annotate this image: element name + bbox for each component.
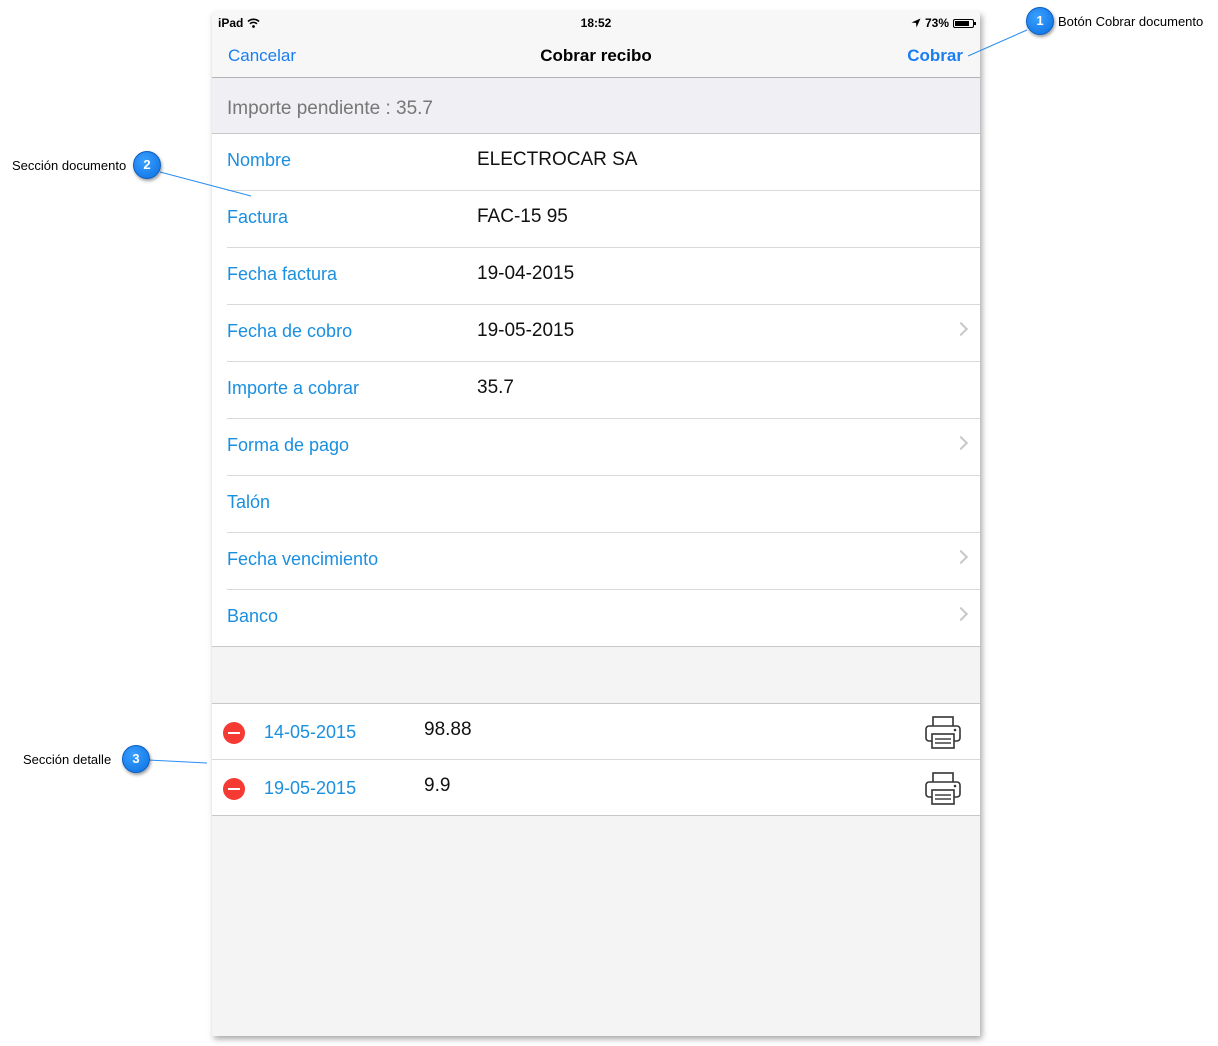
callout-label-1: Botón Cobrar documento: [1058, 14, 1204, 29]
callout-badge-1: 1: [1026, 7, 1054, 35]
callout-label-2: Sección documento: [12, 158, 127, 173]
callout-badge-3: 3: [122, 745, 150, 773]
callout-badge-2: 2: [133, 151, 161, 179]
callout-leader-lines: [147, 29, 1028, 764]
callout-label-3: Sección detalle: [23, 752, 112, 767]
